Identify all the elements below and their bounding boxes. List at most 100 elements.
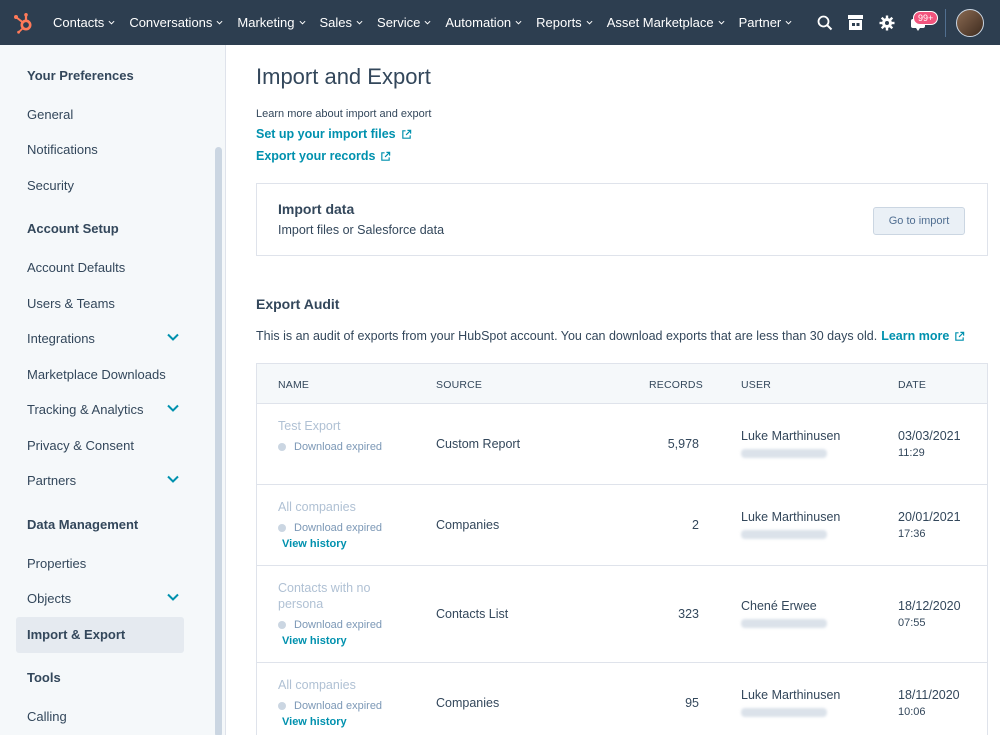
column-header-date[interactable]: DATE <box>898 379 926 391</box>
sidebar-item-tracking-analytics[interactable]: Tracking & Analytics <box>27 399 187 419</box>
download-status: Download expired <box>278 441 382 453</box>
export-records-link[interactable]: Export your records <box>256 149 391 163</box>
sidebar-item-label: Partners <box>27 472 77 488</box>
time-value: 07:55 <box>898 617 926 629</box>
search-icon[interactable] <box>809 0 840 45</box>
nav-partner[interactable]: Partner <box>732 0 800 45</box>
view-history-link[interactable]: View history <box>282 716 347 728</box>
table-header: NAME SOURCE RECORDS USER DATE <box>257 364 987 404</box>
column-header-source[interactable]: SOURCE <box>436 379 482 391</box>
status-text: Download expired <box>294 441 383 453</box>
column-header-records[interactable]: RECORDS <box>649 379 703 391</box>
chevron-down-icon <box>424 20 431 25</box>
import-data-card: Import data Import files or Salesforce d… <box>256 183 988 256</box>
sidebar-item-label: Privacy & Consent <box>27 437 134 453</box>
date-value: 18/12/2020 <box>898 599 961 613</box>
nav-divider <box>945 8 946 37</box>
nav-asset-marketplace[interactable]: Asset Marketplace <box>600 0 732 45</box>
download-status: Download expired <box>278 619 382 631</box>
export-date: 20/01/2021 17:36 <box>898 510 961 540</box>
export-audit-title: Export Audit <box>256 296 340 312</box>
sidebar-item-privacy-consent[interactable]: Privacy & Consent <box>27 435 187 455</box>
export-audit-description: This is an audit of exports from your Hu… <box>256 329 965 343</box>
nav-conversations[interactable]: Conversations <box>122 0 230 45</box>
external-link-icon <box>381 151 391 161</box>
notification-badge: 99+ <box>913 11 939 25</box>
nav-reports[interactable]: Reports <box>529 0 600 45</box>
sidebar-item-notifications[interactable]: Notifications <box>27 139 187 159</box>
sidebar-item-label: Calling <box>27 708 67 724</box>
export-records: 95 <box>685 696 699 710</box>
status-dot-icon <box>278 524 286 532</box>
learn-more-link[interactable]: Learn more <box>881 329 965 343</box>
sidebar-item-users-teams[interactable]: Users & Teams <box>27 293 187 313</box>
go-to-import-button[interactable]: Go to import <box>873 207 965 235</box>
nav-automation[interactable]: Automation <box>438 0 529 45</box>
time-value: 17:36 <box>898 528 926 540</box>
download-status: Download expired <box>278 522 382 534</box>
nav-label: Automation <box>445 15 512 30</box>
gear-icon[interactable] <box>871 0 902 45</box>
sidebar-item-import-export[interactable]: Import & Export <box>27 624 187 644</box>
user-email-redacted <box>741 708 827 717</box>
export-date: 03/03/2021 11:29 <box>898 429 961 459</box>
chevron-down-icon[interactable] <box>167 593 179 601</box>
nav-marketing[interactable]: Marketing <box>230 0 312 45</box>
sidebar-item-account-defaults[interactable]: Account Defaults <box>27 257 187 277</box>
sidebar-item-general[interactable]: General <box>27 104 187 124</box>
sidebar-item-calling[interactable]: Calling <box>27 706 187 726</box>
sidebar-item-integrations[interactable]: Integrations <box>27 328 187 348</box>
page-title: Import and Export <box>256 64 431 89</box>
sidebar-scrollbar-thumb[interactable] <box>215 147 222 735</box>
chevron-down-icon <box>108 20 115 25</box>
sidebar-item-objects[interactable]: Objects <box>27 588 187 608</box>
nav-contacts[interactable]: Contacts <box>46 0 122 45</box>
nav-label: Service <box>377 15 421 30</box>
chevron-down-icon <box>718 20 725 25</box>
marketplace-icon[interactable] <box>840 0 871 45</box>
view-history-link[interactable]: View history <box>282 538 347 550</box>
nav-label: Reports <box>536 15 582 30</box>
import-files-link[interactable]: Set up your import files <box>256 127 412 141</box>
export-source: Contacts List <box>436 607 509 621</box>
column-header-user[interactable]: USER <box>741 379 771 391</box>
top-navigation: Contacts Conversations Marketing Sales S… <box>0 0 1000 45</box>
sidebar-item-label: General <box>27 106 74 122</box>
sidebar-item-properties[interactable]: Properties <box>27 553 187 573</box>
chevron-down-icon[interactable] <box>167 333 179 341</box>
status-text: Download expired <box>294 522 383 534</box>
link-text: Set up your import files <box>256 127 396 141</box>
table-row: Contacts with no persona Download expire… <box>257 566 987 663</box>
chevron-down-icon[interactable] <box>167 404 179 412</box>
view-history-link[interactable]: View history <box>282 635 347 647</box>
avatar[interactable] <box>956 8 984 37</box>
sidebar-item-partners[interactable]: Partners <box>27 470 187 490</box>
status-text: Download expired <box>294 619 383 631</box>
sidebar-item-label: Marketplace Downloads <box>27 366 166 382</box>
nav-service[interactable]: Service <box>370 0 438 45</box>
export-name[interactable]: All companies <box>278 677 398 693</box>
nav-sales[interactable]: Sales <box>313 0 371 45</box>
column-header-name[interactable]: NAME <box>278 379 309 391</box>
sidebar-item-label: Properties <box>27 555 87 571</box>
chevron-down-icon <box>785 20 792 25</box>
export-records: 2 <box>692 518 699 532</box>
export-name[interactable]: Test Export <box>278 418 398 434</box>
export-name[interactable]: All companies <box>278 499 398 515</box>
notifications-icon[interactable]: 99+ <box>902 0 939 45</box>
sidebar-item-security[interactable]: Security <box>27 175 187 195</box>
import-data-subtitle: Import files or Salesforce data <box>278 223 445 237</box>
export-user: Chené Erwee <box>741 599 827 628</box>
export-name[interactable]: Contacts with no persona <box>278 580 398 612</box>
export-source: Companies <box>436 696 500 710</box>
chevron-down-icon[interactable] <box>167 475 179 483</box>
chevron-down-icon <box>216 20 223 25</box>
user-email-redacted <box>741 530 827 539</box>
date-value: 03/03/2021 <box>898 429 961 443</box>
status-dot-icon <box>278 443 286 451</box>
chevron-down-icon <box>515 20 522 25</box>
nav-label: Contacts <box>53 15 105 30</box>
hubspot-logo-icon[interactable] <box>0 0 46 45</box>
external-link-icon <box>955 331 965 341</box>
sidebar-item-marketplace-downloads[interactable]: Marketplace Downloads <box>27 364 187 384</box>
